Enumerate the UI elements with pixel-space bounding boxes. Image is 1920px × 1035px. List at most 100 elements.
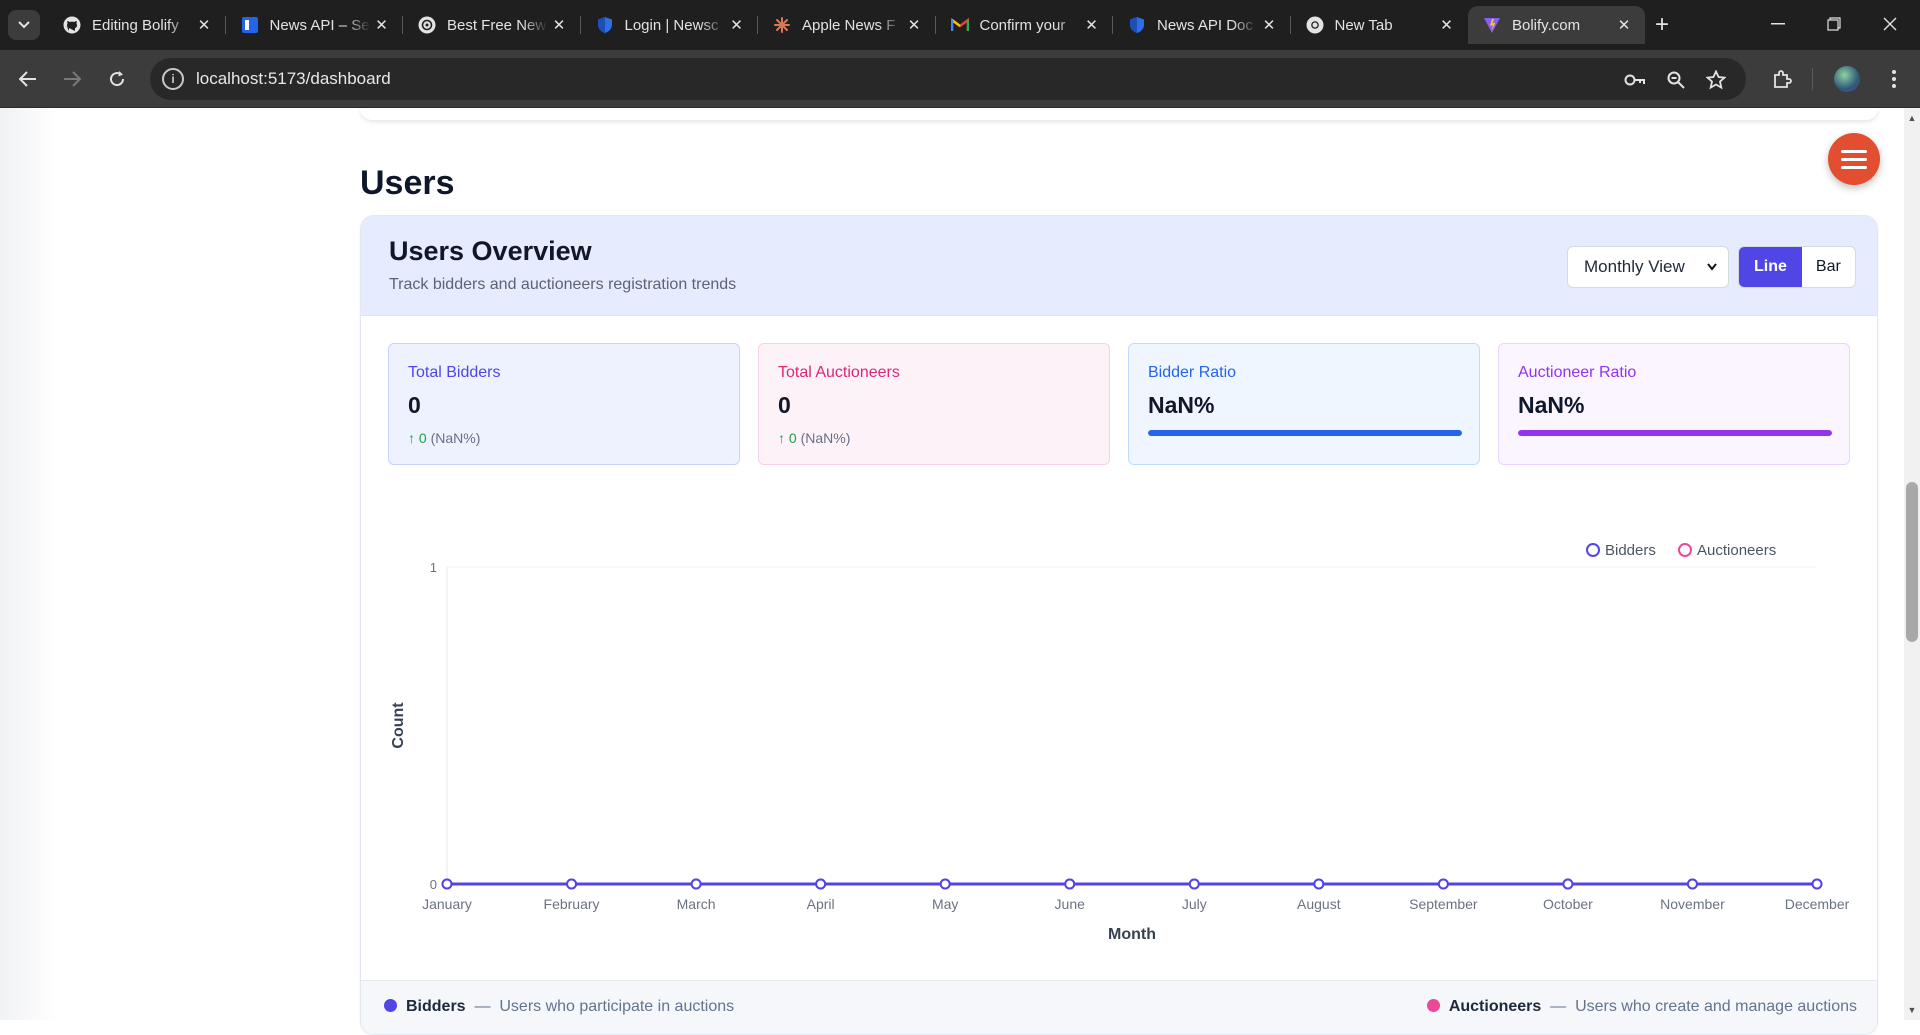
password-key-icon[interactable] bbox=[1622, 67, 1648, 93]
close-tab-icon[interactable]: ✕ bbox=[1613, 14, 1635, 36]
zoom-icon[interactable] bbox=[1663, 67, 1689, 93]
footer-auctioneers-desc: Users who create and manage auctions bbox=[1575, 998, 1857, 1015]
auctioneers-dot bbox=[1426, 999, 1440, 1012]
x-tick-label: February bbox=[544, 896, 600, 912]
close-tab-icon[interactable]: ✕ bbox=[1081, 14, 1103, 36]
close-tab-icon[interactable]: ✕ bbox=[371, 14, 393, 36]
tab-title: Confirm your bbox=[979, 16, 1066, 34]
browser-menu-icon[interactable] bbox=[1878, 63, 1910, 95]
browser-toolbar: i localhost:5173/dashboard bbox=[0, 50, 1920, 108]
chrome-icon bbox=[1305, 15, 1325, 35]
tab-title: Editing Bolify bbox=[92, 16, 179, 34]
site-info-icon[interactable]: i bbox=[162, 68, 184, 90]
tab-separator bbox=[757, 16, 758, 34]
arrow-right-icon bbox=[64, 71, 81, 87]
tab-separator bbox=[934, 16, 936, 34]
footer-bidders-item: Bidders — Users who participate in aucti… bbox=[384, 998, 734, 1016]
x-tick-label: October bbox=[1543, 896, 1593, 912]
scroll-down-arrow[interactable]: ▼ bbox=[1906, 1004, 1918, 1016]
close-tab-icon[interactable]: ✕ bbox=[193, 14, 215, 36]
legend-marker-auctioneers bbox=[1678, 543, 1692, 557]
new-tab-button[interactable]: + bbox=[1648, 12, 1676, 40]
minimize-icon bbox=[1771, 23, 1785, 25]
x-tick-label: May bbox=[932, 896, 958, 912]
x-tick-label: July bbox=[1182, 896, 1207, 912]
data-point-bidders bbox=[1811, 878, 1823, 890]
legend-label-auctioneers: Auctioneers bbox=[1697, 542, 1776, 559]
tab-title: News API – Se bbox=[269, 16, 370, 34]
legend-marker-bidders bbox=[1586, 543, 1600, 557]
shield-icon bbox=[595, 15, 615, 35]
x-tick-label: April bbox=[807, 896, 835, 912]
chevron-down-icon bbox=[18, 21, 30, 29]
x-tick-label: September bbox=[1409, 896, 1478, 912]
openai-icon bbox=[417, 15, 437, 35]
footer-bidders-desc: Users who participate in auctions bbox=[499, 998, 735, 1015]
tab-title: Login | Newsc bbox=[624, 16, 719, 34]
minimize-button[interactable] bbox=[1750, 0, 1806, 48]
data-point-bidders bbox=[1562, 878, 1574, 890]
bookmark-star-icon[interactable] bbox=[1703, 67, 1729, 93]
browser-tab[interactable]: Best Free New ✕ bbox=[403, 6, 580, 44]
close-tab-icon[interactable]: ✕ bbox=[726, 14, 748, 36]
extensions-puzzle-icon[interactable] bbox=[1766, 63, 1798, 95]
close-tab-icon[interactable]: ✕ bbox=[903, 14, 925, 36]
claude-icon bbox=[772, 15, 792, 35]
data-point-bidders bbox=[441, 878, 453, 890]
browser-tab[interactable]: Login | Newsc ✕ bbox=[581, 6, 758, 44]
hamburger-icon bbox=[1841, 149, 1867, 153]
close-tab-icon[interactable]: ✕ bbox=[1436, 14, 1458, 36]
scrollbar-thumb[interactable] bbox=[1906, 482, 1918, 642]
legend-label-bidders: Bidders bbox=[1605, 542, 1656, 559]
browser-tab-strip: Editing Bolify ✕ News API – Se ✕ Best Free N… bbox=[0, 0, 1920, 50]
browser-tab[interactable]: New Tab ✕ bbox=[1291, 6, 1468, 44]
footer-auctioneers-name: Auctioneers bbox=[1448, 998, 1542, 1015]
series-description-footer: Bidders — Users who participate in aucti… bbox=[361, 980, 1877, 1034]
tab-title: Apple News F bbox=[802, 16, 896, 34]
browser-tab[interactable]: Apple News F ✕ bbox=[758, 6, 935, 44]
url-text[interactable]: localhost:5173/dashboard bbox=[196, 69, 391, 89]
close-icon bbox=[1883, 17, 1897, 31]
close-window-button[interactable] bbox=[1862, 0, 1918, 48]
shield-icon bbox=[1127, 15, 1147, 35]
restore-icon bbox=[1827, 17, 1841, 31]
forward-button[interactable] bbox=[56, 63, 88, 95]
data-point-bidders bbox=[566, 878, 578, 890]
x-tick-label: November bbox=[1660, 896, 1725, 912]
y-tick-label: 0 bbox=[430, 877, 437, 892]
tab-separator bbox=[224, 16, 226, 34]
tab-title: Best Free New bbox=[447, 16, 547, 34]
browser-tab[interactable]: Bolify.com ✕ bbox=[1468, 6, 1645, 44]
hamburger-line bbox=[1841, 157, 1867, 161]
scroll-up-arrow[interactable]: ▲ bbox=[1906, 112, 1918, 124]
back-button[interactable] bbox=[12, 63, 44, 95]
data-point-bidders bbox=[1064, 878, 1076, 890]
data-point-bidders bbox=[1686, 878, 1698, 890]
browser-tab[interactable]: News API Doc ✕ bbox=[1113, 6, 1290, 44]
close-tab-icon[interactable]: ✕ bbox=[1258, 14, 1280, 36]
data-point-bidders bbox=[1437, 878, 1449, 890]
browser-tab[interactable]: Confirm your ✕ bbox=[936, 6, 1113, 44]
footer-auctioneers-item: Auctioneers — Users who create and manag… bbox=[1426, 998, 1857, 1016]
menu-fab-button[interactable] bbox=[1828, 133, 1880, 185]
browser-tab[interactable]: Editing Bolify ✕ bbox=[48, 6, 225, 44]
browser-tab[interactable]: News API – Se ✕ bbox=[226, 6, 403, 44]
tab-search-button[interactable] bbox=[8, 10, 40, 40]
x-tick-label: March bbox=[677, 896, 716, 912]
tab-title: News API Doc bbox=[1157, 16, 1253, 34]
restore-button[interactable] bbox=[1806, 0, 1862, 48]
reload-button[interactable] bbox=[101, 63, 133, 95]
tab-separator bbox=[1289, 16, 1291, 34]
arrow-left-icon bbox=[19, 71, 36, 87]
tab-separator bbox=[579, 16, 581, 34]
tab-separator bbox=[402, 16, 403, 34]
data-point-bidders bbox=[815, 878, 827, 890]
close-tab-icon[interactable]: ✕ bbox=[548, 14, 570, 36]
address-bar[interactable]: i localhost:5173/dashboard bbox=[150, 58, 1746, 100]
profile-avatar[interactable] bbox=[1834, 66, 1860, 92]
tab-title: Bolify.com bbox=[1512, 16, 1581, 34]
vite-icon bbox=[1482, 15, 1502, 35]
data-point-bidders bbox=[939, 878, 951, 890]
toolbar-divider bbox=[1812, 68, 1813, 90]
bidders-dot bbox=[384, 999, 397, 1012]
